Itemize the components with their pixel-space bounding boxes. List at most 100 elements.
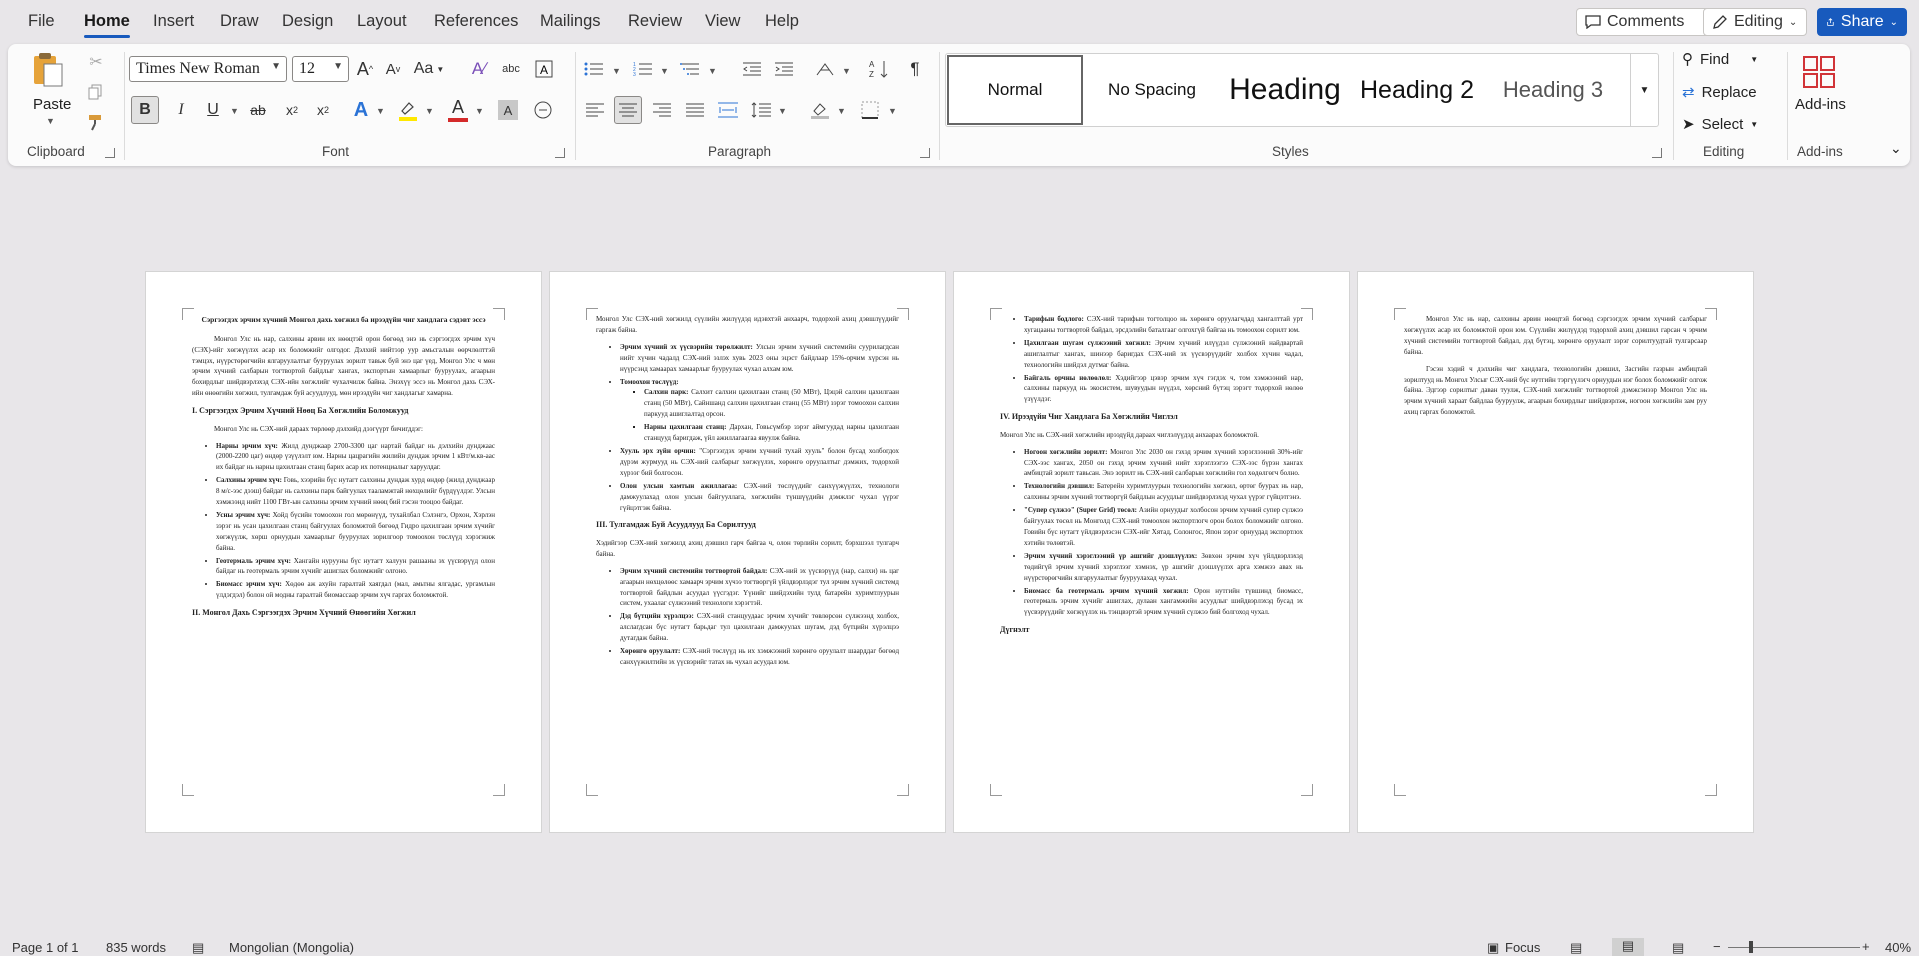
change-case-icon[interactable]: Aa ▼: [412, 56, 446, 82]
select-button[interactable]: ➤ Select ▼: [1682, 115, 1758, 134]
distributed-icon[interactable]: [716, 96, 740, 124]
increase-indent-icon[interactable]: [773, 56, 795, 82]
text-direction-icon[interactable]: [813, 56, 837, 82]
menu-help[interactable]: Help: [765, 12, 799, 31]
borders-icon[interactable]: [858, 96, 882, 124]
text-effects-icon[interactable]: A: [348, 96, 374, 124]
menu-layout[interactable]: Layout: [357, 12, 407, 31]
cut-icon[interactable]: ✂: [84, 50, 108, 74]
chevron-down-icon[interactable]: ▼: [425, 106, 434, 116]
styles-launcher-icon[interactable]: [1652, 148, 1662, 158]
shading-icon[interactable]: A: [495, 96, 521, 124]
numbering-icon[interactable]: 123: [632, 56, 654, 82]
font-color-icon[interactable]: A: [445, 94, 471, 124]
font-size-select[interactable]: 12 ▼: [292, 56, 349, 82]
editing-mode-button[interactable]: Editing ⌄: [1703, 8, 1807, 36]
page-count[interactable]: Page 1 of 1: [12, 940, 79, 955]
underline-button[interactable]: U: [200, 96, 226, 124]
share-button[interactable]: Share ⌄: [1817, 8, 1907, 36]
paste-label[interactable]: Paste: [33, 96, 71, 113]
menu-review[interactable]: Review: [628, 12, 682, 31]
chevron-down-icon[interactable]: ▼: [46, 116, 55, 126]
menu-design[interactable]: Design: [282, 12, 333, 31]
grow-font-icon[interactable]: A ^: [352, 56, 378, 82]
collapse-ribbon-icon[interactable]: ⌄: [1890, 140, 1902, 157]
align-center-button[interactable]: [614, 96, 642, 124]
paragraph-shading-icon[interactable]: [808, 96, 832, 124]
menu-draw[interactable]: Draw: [220, 12, 259, 31]
zoom-in-icon[interactable]: +: [1862, 939, 1870, 954]
show-formatting-icon[interactable]: ¶: [903, 56, 927, 82]
add-ins-button-label[interactable]: Add-ins: [1795, 96, 1846, 113]
chevron-down-icon[interactable]: ▼: [612, 66, 621, 76]
menu-view[interactable]: View: [705, 12, 740, 31]
italic-button[interactable]: I: [168, 96, 194, 124]
read-mode-icon[interactable]: ▤: [1570, 940, 1582, 956]
page-content[interactable]: Монгол Улс СЭХ-ний хөгжилд сүүлийн жилүү…: [596, 314, 899, 674]
subscript-button[interactable]: x2: [279, 96, 305, 124]
chevron-down-icon[interactable]: ▼: [708, 66, 717, 76]
paragraph-launcher-icon[interactable]: [920, 148, 930, 158]
proofing-icon[interactable]: ▤: [192, 940, 204, 956]
style-no-spacing[interactable]: No Spacing: [1088, 54, 1216, 126]
page-content[interactable]: Сэргээгдэх эрчим хүчний Монгол дахь хөгж…: [192, 314, 495, 626]
print-layout-icon[interactable]: ▤: [1612, 938, 1644, 956]
menu-references[interactable]: References: [434, 12, 518, 31]
paste-icon[interactable]: [28, 50, 68, 90]
font-launcher-icon[interactable]: [555, 148, 565, 158]
style-heading[interactable]: Heading: [1221, 54, 1349, 126]
copy-icon[interactable]: [84, 80, 108, 104]
replace-button[interactable]: ⇄ Replace: [1682, 83, 1757, 102]
zoom-out-icon[interactable]: −: [1713, 939, 1721, 954]
chevron-down-icon[interactable]: ▼: [475, 106, 484, 116]
style-normal[interactable]: Normal: [947, 55, 1083, 125]
chevron-down-icon[interactable]: ▼: [230, 106, 239, 116]
sort-icon[interactable]: AZ: [867, 56, 893, 82]
bullets-icon[interactable]: [583, 56, 605, 82]
chevron-down-icon[interactable]: ▼: [888, 106, 897, 116]
decrease-indent-icon[interactable]: [741, 56, 763, 82]
menu-file[interactable]: File: [28, 12, 55, 31]
language-status[interactable]: Mongolian (Mongolia): [229, 940, 354, 955]
highlight-color-icon[interactable]: [395, 96, 421, 124]
text-effects-abc-icon[interactable]: abc: [498, 56, 524, 82]
style-heading-2[interactable]: Heading 2: [1349, 54, 1485, 126]
align-right-icon[interactable]: [650, 96, 674, 124]
justify-icon[interactable]: [683, 96, 707, 124]
strikethrough-button[interactable]: ab: [245, 96, 271, 124]
align-left-icon[interactable]: [583, 96, 607, 124]
shrink-font-icon[interactable]: Av: [380, 56, 406, 82]
menu-home[interactable]: Home: [84, 12, 130, 38]
add-ins-icon[interactable]: [1799, 52, 1839, 92]
word-count[interactable]: 835 words: [106, 940, 166, 955]
enclose-character-icon[interactable]: [530, 96, 556, 124]
find-button[interactable]: ⚲ Find ▼: [1682, 50, 1758, 69]
line-spacing-icon[interactable]: [749, 96, 773, 124]
list-item: Ногоон хөгжлийн зорилт: Монгол Улс 2030 …: [1024, 447, 1303, 480]
zoom-slider[interactable]: [1728, 947, 1860, 948]
clear-formatting-icon[interactable]: A∕: [466, 56, 492, 82]
chevron-down-icon[interactable]: ▼: [842, 66, 851, 76]
focus-label[interactable]: Focus: [1505, 940, 1540, 955]
chevron-down-icon[interactable]: ▼: [376, 106, 385, 116]
page-content[interactable]: Монгол Улс нь нар, салхины арвин нөөцтэй…: [1404, 314, 1707, 424]
menu-mailings[interactable]: Mailings: [540, 12, 601, 31]
zoom-level[interactable]: 40%: [1885, 940, 1911, 955]
focus-icon[interactable]: ▣: [1487, 940, 1499, 956]
clipboard-launcher-icon[interactable]: [105, 148, 115, 158]
page-content[interactable]: Тарифын бодлого: СЭХ-ний тарифын тогтолц…: [1000, 314, 1303, 643]
chevron-down-icon[interactable]: ▼: [778, 106, 787, 116]
format-painter-icon[interactable]: [84, 110, 108, 134]
chevron-down-icon[interactable]: ▼: [837, 106, 846, 116]
superscript-button[interactable]: x2: [310, 96, 336, 124]
web-layout-icon[interactable]: ▤: [1672, 940, 1684, 956]
character-border-icon[interactable]: A: [531, 56, 557, 82]
font-family-select[interactable]: Times New Roman ▼: [129, 56, 287, 82]
menu-insert[interactable]: Insert: [153, 12, 194, 31]
zoom-slider-thumb[interactable]: [1749, 941, 1753, 953]
chevron-down-icon[interactable]: ▼: [660, 66, 669, 76]
styles-more-icon[interactable]: ▼: [1630, 54, 1658, 126]
multilevel-list-icon[interactable]: [679, 56, 701, 82]
style-heading-3[interactable]: Heading 3: [1485, 54, 1621, 126]
bold-button[interactable]: B: [131, 96, 159, 124]
